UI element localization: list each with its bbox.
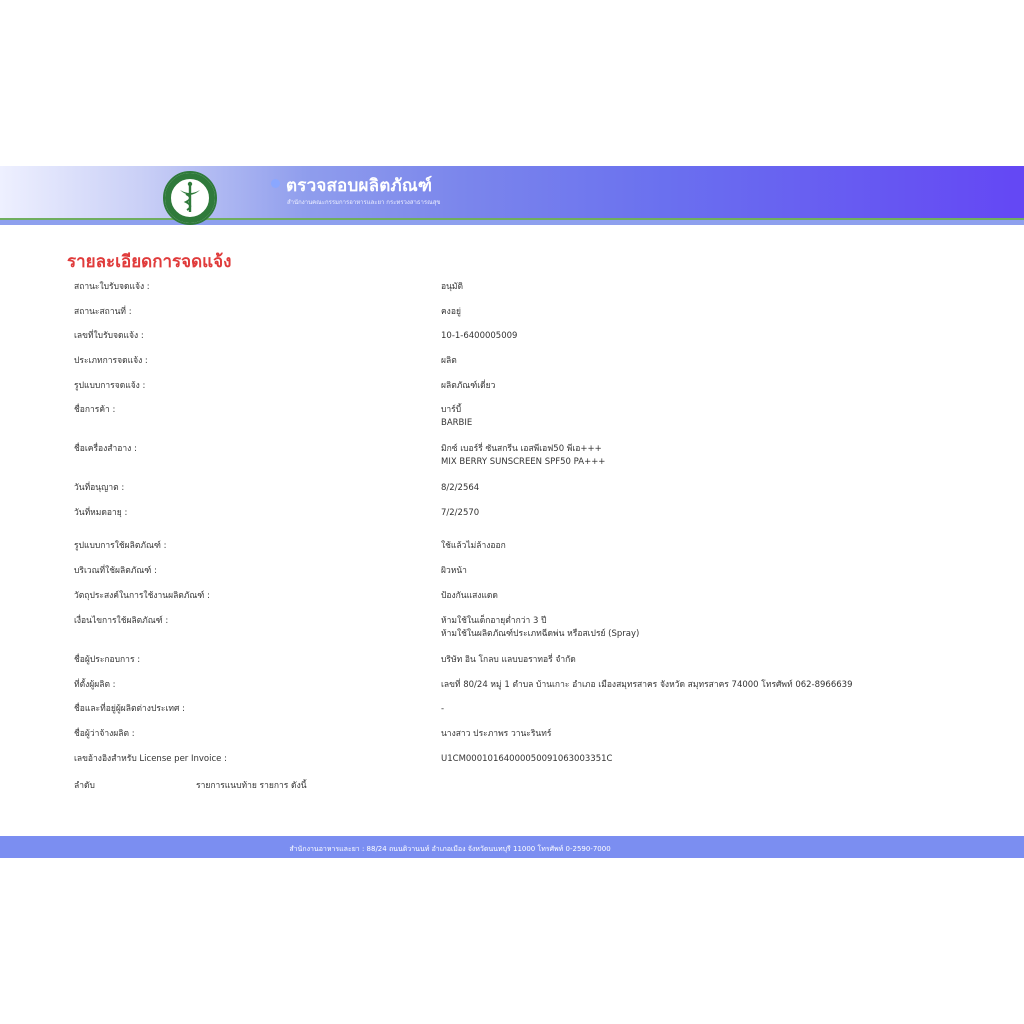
order-label: ลำดับ [74,781,95,791]
header-underline [0,220,1024,225]
detail-value: นางสาว ประภาพร วานะรินทร์ [441,728,551,741]
detail-label: ชื่อผู้ว่าจ้างผลิต : [74,729,135,739]
detail-label: บริเวณที่ใช้ผลิตภัณฑ์ : [74,566,157,576]
detail-label: วัตถุประสงค์ในการใช้งานผลิตภัณฑ์ : [74,591,210,601]
detail-value-line: ผลิต [441,356,457,366]
detail-label: ชื่อเครื่องสำอาง : [74,444,137,454]
detail-value: อนุมัติ [441,281,463,294]
detail-label: ชื่อผู้ประกอบการ : [74,655,141,665]
detail-value-line: ป้องกันแสงแดด [441,591,498,601]
detail-value: มิกซ์ เบอร์รี่ ซันสกรีน เอสพีเอฟ50 พีเอ+… [441,443,605,469]
detail-value-line: ห้ามใช้ในเด็กอายุต่ำกว่า 3 ปี [441,616,547,626]
detail-label: รูปแบบการใช้ผลิตภัณฑ์ : [74,541,167,551]
detail-label: ที่ตั้งผู้ผลิต : [74,680,116,690]
detail-value: ใช้แล้วไม่ล้างออก [441,540,506,553]
detail-value-line: - [441,704,445,714]
detail-value: ผลิต [441,355,457,368]
detail-value-line: ผลิตภัณฑ์เดี่ยว [441,381,496,391]
detail-value: 8/2/2564 [441,482,479,495]
detail-value: เลขที่ 80/24 หมู่ 1 ตำบล บ้านเกาะ อำเภอ … [441,679,852,692]
page: ตรวจสอบผลิตภัณฑ์ สำนักงานคณะกรรมการอาหาร… [0,0,1024,1024]
detail-label: เงื่อนไขการใช้ผลิตภัณฑ์ : [74,616,169,626]
detail-label: วันที่อนุญาต : [74,483,125,493]
ministry-seal-icon [163,171,217,225]
detail-value-line: บริษัท อิน โกลบ แลบบอราทอรี่ จำกัด [441,655,576,665]
detail-value: ผลิตภัณฑ์เดี่ยว [441,380,495,393]
detail-value: บาร์บี้ BARBIE [441,404,472,430]
detail-value-line: ใช้แล้วไม่ล้างออก [441,541,506,551]
detail-value-line: U1CM00010164000050091063003351C [441,754,613,764]
detail-label: ประเภทการจดแจ้ง : [74,356,148,366]
detail-value: ห้ามใช้ในเด็กอายุต่ำกว่า 3 ปีห้ามใช้ในผล… [441,615,639,641]
page-title: รายละเอียดการจดแจ้ง [67,252,232,272]
detail-value: บริษัท อิน โกลบ แลบบอราทอรี่ จำกัด [441,654,576,667]
detail-label: สถานะสถานที่ : [74,307,132,317]
detail-value: 10-1-6400005009 [441,330,517,343]
detail-value: 7/2/2570 [441,507,479,520]
detail-value-line: 7/2/2570 [441,508,480,518]
detail-value-line: BARBIE [441,418,473,428]
site-title: ตรวจสอบผลิตภัณฑ์ [286,176,433,196]
header-banner [0,166,1024,218]
detail-value-line: 8/2/2564 [441,483,480,493]
detail-value-line: มิกซ์ เบอร์รี่ ซันสกรีน เอสพีเอฟ50 พีเอ+… [441,444,602,454]
detail-value: ป้องกันแสงแดด [441,590,498,603]
brand-dot-icon [271,179,280,188]
footer-text: สำนักงานอาหารและยา : 88/24 ถนนติวานนท์ อ… [289,845,611,853]
detail-label: ชื่อและที่อยู่ผู้ผลิตต่างประเทศ : [74,704,185,714]
detail-value-line: ผิวหน้า [441,566,467,576]
detail-label: เลขที่ใบรับจดแจ้ง : [74,331,144,341]
detail-value: คงอยู่ [441,306,461,319]
detail-label: วันที่หมดอายุ : [74,508,128,518]
detail-label: รูปแบบการจดแจ้ง : [74,381,146,391]
detail-label: ชื่อการค้า : [74,405,116,415]
detail-value-line: อนุมัติ [441,282,464,292]
detail-value: ผิวหน้า [441,565,467,578]
detail-value-line: บาร์บี้ [441,405,462,415]
detail-value-line: MIX BERRY SUNSCREEN SPF50 PA+++ [441,457,606,467]
detail-value-line: 10-1-6400005009 [441,331,518,341]
detail-label: เลขอ้างอิงสำหรับ License per Invoice : [74,754,227,764]
detail-value: U1CM00010164000050091063003351C [441,753,612,766]
detail-value-line: คงอยู่ [441,307,461,317]
order-note: รายการแนบท้าย รายการ ดังนี้ [196,781,307,791]
detail-value-line: ห้ามใช้ในผลิตภัณฑ์ประเภทฉีดพ่น หรือสเปรย… [441,629,640,639]
detail-value-line: เลขที่ 80/24 หมู่ 1 ตำบล บ้านเกาะ อำเภอ … [441,680,853,690]
detail-label: สถานะใบรับจดแจ้ง : [74,282,150,292]
ministry-logo[interactable] [160,170,220,226]
detail-value: - [441,703,444,716]
detail-value-line: นางสาว ประภาพร วานะรินทร์ [441,729,552,739]
site-subtitle: สำนักงานคณะกรรมการอาหารและยา กระทรวงสาธา… [287,199,441,206]
